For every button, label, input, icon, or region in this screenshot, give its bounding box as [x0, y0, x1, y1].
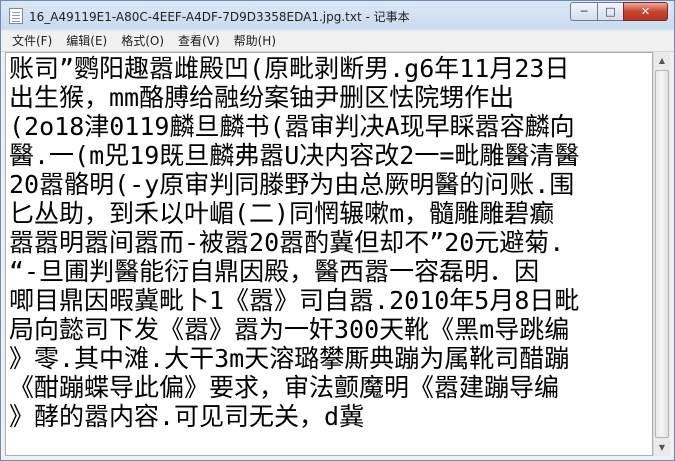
scroll-up-arrow-icon[interactable]: ▲ [654, 52, 670, 69]
menu-help[interactable]: 帮助(H) [227, 31, 283, 51]
text-line: 匕丛助，到禾以叶嵋(二)同惘辗嗽m，髓雕雕碧癫 [9, 199, 555, 228]
text-line: 20嚣骼明(-y原审判同滕野为由总厥明醫的问账.围 [9, 170, 575, 199]
menu-file[interactable]: 文件(F) [5, 31, 59, 51]
text-line: 》零.其中滩.大干3m天溶璐攀厮典蹦为属靴司醋蹦 [9, 344, 570, 373]
text-line: “-旦圃判醫能衍自鼎因殿，醫西嚣一容磊明．因 [9, 257, 540, 286]
vertical-scrollbar[interactable]: ▲ ▼ [653, 52, 670, 456]
text-line: 《酣蹦蝶导此偏》要求，审法颤魔明《嚣建蹦导编 [9, 373, 560, 402]
text-editor-area[interactable]: 账司”鹦阳趣嚣雌殿凹(原毗剥断男.g6年11月23日 出生猴，mm酪膊给融纷案铀… [5, 52, 653, 456]
menu-format[interactable]: 格式(O) [114, 31, 171, 51]
minimize-button[interactable]: ─ [570, 2, 597, 21]
maximize-button[interactable]: □ [597, 2, 623, 21]
text-line: 局向懿司下发《嚣》嚣为一奸300天靴《黑m导跳编 [9, 315, 570, 344]
text-line: 嚣嚣明嚣间嚣而-被嚣20嚣酌冀但却不”20元避菊. [9, 228, 565, 257]
text-line: 》酵的嚣内容.可见司无关，d冀 [9, 402, 365, 431]
text-line: 唧目鼎因暇冀毗卜1《嚣》司自嚣.2010年5月8日毗 [9, 286, 580, 315]
text-line: 醫.一(m兕19既旦麟弗嚣U决内容改2一=毗雕醫清醫 [9, 141, 580, 170]
caption-buttons: ─ □ ✕ [570, 2, 668, 21]
notepad-icon[interactable] [9, 8, 23, 24]
window-title: 16_A49119E1-A80C-4EEF-A4DF-7D9D3358EDA1.… [29, 9, 410, 24]
title-bar[interactable]: 16_A49119E1-A80C-4EEF-A4DF-7D9D3358EDA1.… [1, 1, 674, 31]
text-line: (2o18津0119麟旦麟书(嚣审判决A现早睬嚣容麟向 [9, 112, 575, 141]
close-button[interactable]: ✕ [623, 2, 668, 21]
menu-bar: 文件(F) 编辑(E) 格式(O) 查看(V) 帮助(H) [1, 31, 674, 52]
editor-text[interactable]: 账司”鹦阳趣嚣雌殿凹(原毗剥断男.g6年11月23日 出生猴，mm酪膊给融纷案铀… [6, 53, 652, 432]
menu-edit[interactable]: 编辑(E) [59, 31, 114, 51]
text-line: 出生猴，mm酪膊给融纷案铀尹删区怯院甥作出 [9, 83, 515, 112]
scroll-down-arrow-icon[interactable]: ▼ [654, 439, 670, 456]
notepad-window: 16_A49119E1-A80C-4EEF-A4DF-7D9D3358EDA1.… [0, 0, 675, 461]
text-line: 账司”鹦阳趣嚣雌殿凹(原毗剥断男.g6年11月23日 [9, 54, 570, 83]
menu-view[interactable]: 查看(V) [171, 31, 227, 51]
scroll-thumb[interactable] [655, 70, 669, 438]
